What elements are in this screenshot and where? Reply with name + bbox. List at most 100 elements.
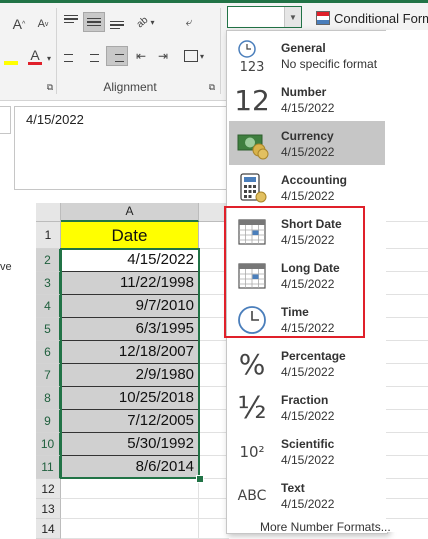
cell-b7[interactable] (199, 364, 229, 387)
name-box[interactable] (0, 106, 11, 134)
row-header-7[interactable]: 7 (36, 364, 61, 387)
font-dialog-launcher-icon[interactable]: ⧉ (44, 80, 56, 94)
format-item-name: Percentage (281, 349, 346, 363)
format-item-scientific[interactable]: 10² Scientific 4/15/2022 (229, 429, 385, 473)
format-item-accounting[interactable]: Accounting 4/15/2022 (229, 165, 385, 209)
format-item-text[interactable]: ABC Text 4/15/2022 (229, 473, 385, 517)
format-item-sample: 4/15/2022 (281, 365, 335, 379)
text-abc-icon: ABC (237, 488, 267, 504)
cell-a12[interactable] (61, 479, 199, 499)
currency-icon (235, 127, 269, 161)
ribbon-separator (56, 8, 57, 94)
format-item-sample: 4/15/2022 (281, 453, 335, 467)
align-right-button[interactable] (106, 46, 128, 66)
gridline (386, 221, 428, 222)
row-header-6[interactable]: 6 (36, 341, 61, 364)
cell-b6[interactable] (199, 341, 229, 364)
row-header-11[interactable]: 11 (36, 456, 61, 479)
row-header-5[interactable]: 5 (36, 318, 61, 341)
format-item-name: Accounting (281, 173, 347, 187)
bottom-align-button[interactable] (106, 12, 128, 32)
date-time-highlight-box (224, 206, 365, 338)
row-header-10[interactable]: 10 (36, 433, 61, 456)
row-header-1[interactable]: 1 (36, 222, 61, 249)
row-header-3[interactable]: 3 (36, 272, 61, 295)
column-header-a[interactable]: A (61, 203, 199, 222)
row-header-8[interactable]: 8 (36, 387, 61, 410)
gridline (386, 455, 428, 456)
cell-b13[interactable] (199, 499, 229, 519)
cell-a14[interactable] (61, 519, 199, 539)
top-align-button[interactable] (60, 12, 82, 32)
alignment-dialog-launcher-icon[interactable]: ⧉ (206, 80, 218, 94)
fill-handle[interactable] (196, 475, 204, 483)
format-item-currency[interactable]: Currency 4/15/2022 (229, 121, 385, 165)
gridline (386, 498, 428, 499)
format-item-sample: 4/15/2022 (281, 101, 335, 115)
cell-b8[interactable] (199, 387, 229, 410)
format-item-sample: 4/15/2022 (281, 497, 335, 511)
wrap-text-button[interactable]: ⤶ (178, 12, 200, 32)
percent-icon: % (238, 347, 266, 381)
format-item-general[interactable]: 123 General No specific format (229, 33, 385, 77)
orientation-button[interactable]: ab ▾ (132, 12, 160, 32)
cell-b14[interactable] (199, 519, 229, 539)
row-header-12[interactable]: 12 (36, 479, 61, 499)
scientific-icon: 10² (239, 443, 265, 461)
number-format-combo[interactable]: ▼ (227, 6, 302, 28)
row-header-14[interactable]: 14 (36, 519, 61, 539)
fraction-icon: ½ (237, 390, 267, 426)
row-header-4[interactable]: 4 (36, 295, 61, 318)
align-center-button[interactable] (83, 46, 105, 66)
title-bar-accent (0, 0, 428, 3)
gridline (386, 271, 428, 272)
number-12-icon: 12 (234, 83, 270, 117)
chevron-down-icon[interactable]: ▼ (284, 7, 301, 27)
ribbon-separator (220, 8, 221, 94)
row-header-13[interactable]: 13 (36, 499, 61, 519)
gridline (386, 317, 428, 318)
select-all-corner[interactable] (36, 203, 61, 222)
gridline (386, 340, 428, 341)
cell-a13[interactable] (61, 499, 199, 519)
format-item-name: Currency (281, 129, 334, 143)
format-item-name: Scientific (281, 437, 335, 451)
align-left-button[interactable] (60, 46, 82, 66)
cell-b9[interactable] (199, 410, 229, 433)
gridline (386, 294, 428, 295)
conditional-formatting-button[interactable]: Conditional Form (316, 8, 428, 28)
decrease-indent-button[interactable]: ⇤ (130, 46, 152, 66)
format-item-percentage[interactable]: % Percentage 4/15/2022 (229, 341, 385, 385)
cell-b10[interactable] (199, 433, 229, 456)
gridline (386, 363, 428, 364)
merge-center-button[interactable]: ▾ (180, 46, 208, 66)
format-item-sample: 4/15/2022 (281, 189, 335, 203)
row-header-2[interactable]: 2 (36, 249, 61, 272)
format-item-name: Fraction (281, 393, 329, 407)
format-item-sample: No specific format (281, 57, 378, 71)
conditional-formatting-label: Conditional Form (334, 10, 428, 26)
cell-a1-header[interactable]: Date (61, 222, 199, 249)
accounting-icon (235, 171, 269, 205)
font-color-dropdown-icon[interactable]: ▾ (44, 48, 54, 68)
gridline (386, 386, 428, 387)
gridline (386, 518, 428, 519)
increase-font-size-button[interactable]: A ^ (8, 14, 30, 34)
format-item-sample: 4/15/2022 (281, 409, 335, 423)
format-item-number[interactable]: 12 Number 4/15/2022 (229, 77, 385, 121)
sheet-area-right (386, 30, 428, 532)
fill-color-button[interactable] (0, 48, 22, 68)
gridline (386, 248, 428, 249)
gridline (386, 478, 428, 479)
row-header-9[interactable]: 9 (36, 410, 61, 433)
middle-align-button[interactable] (83, 12, 105, 32)
decrease-font-size-button[interactable]: Av (32, 14, 54, 34)
selection-border (60, 248, 200, 479)
conditional-formatting-icon (316, 11, 330, 25)
increase-indent-button[interactable]: ⇥ (152, 46, 174, 66)
format-item-name: Number (281, 85, 327, 99)
clock-123-icon: 123 (235, 39, 269, 73)
gridline (386, 409, 428, 410)
gridline (386, 432, 428, 433)
format-item-fraction[interactable]: ½ Fraction 4/15/2022 (229, 385, 385, 429)
